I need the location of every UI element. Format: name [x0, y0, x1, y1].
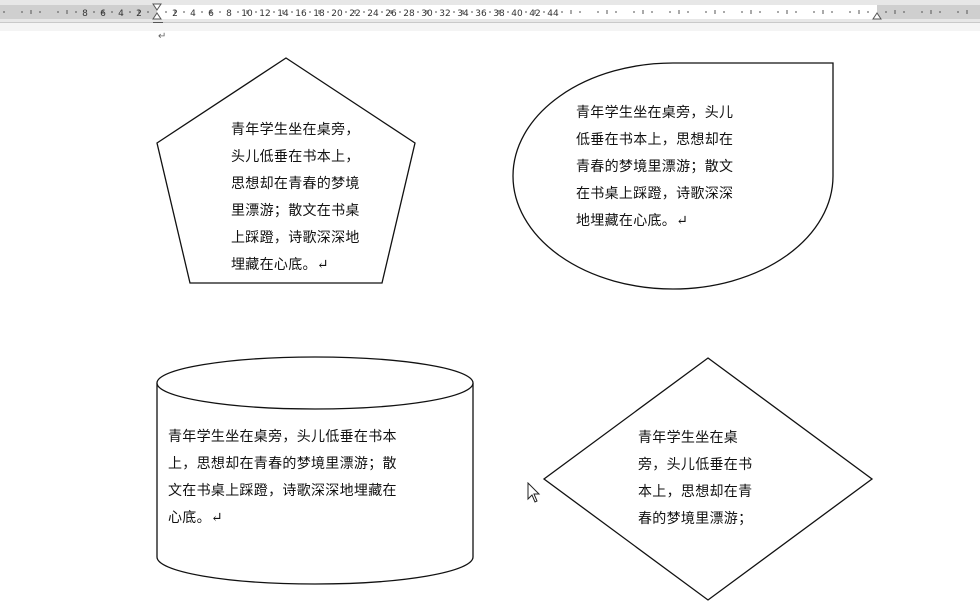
pentagon-shape[interactable]: 青年学生坐在桌旁， 头儿低垂在书本上， 思想却在青春的梦境 里漂游；散文在书桌 …: [156, 57, 416, 285]
first-line-indent-marker[interactable]: [152, 3, 162, 11]
right-indent-marker[interactable]: [872, 12, 882, 20]
ruler-indent-markers[interactable]: [0, 0, 980, 22]
mouse-pointer-icon: [527, 481, 541, 508]
empty-paragraph-mark: ↵: [158, 31, 167, 42]
page-top-gap: [0, 23, 980, 31]
cylinder-text[interactable]: 青年学生坐在桌旁，头儿低垂在书本 上，思想却在青春的梦境里漂游；散 文在书桌上踩…: [168, 424, 468, 532]
teardrop-shape[interactable]: 青年学生坐在桌旁，头儿 低垂在书本上，思想却在 青春的梦境里漂游；散文 在书桌上…: [512, 62, 835, 290]
pentagon-text[interactable]: 青年学生坐在桌旁， 头儿低垂在书本上， 思想却在青春的梦境 里漂游；散文在书桌 …: [231, 117, 416, 279]
teardrop-text[interactable]: 青年学生坐在桌旁，头儿 低垂在书本上，思想却在 青春的梦境里漂游；散文 在书桌上…: [576, 100, 796, 235]
horizontal-ruler[interactable]: 8 6 4 2 2 4 6 8 10 12 14 16 18 20 22 24 26 28 30 32 34 36 38 40…: [0, 0, 980, 30]
diamond-shape[interactable]: 青年学生坐在桌 旁，头儿低垂在书 本上，思想却在青 春的梦境里漂游；: [542, 357, 874, 601]
cylinder-shape[interactable]: 青年学生坐在桌旁，头儿低垂在书本 上，思想却在青春的梦境里漂游；散 文在书桌上踩…: [156, 356, 474, 586]
hanging-indent-marker[interactable]: [152, 12, 162, 20]
diamond-text[interactable]: 青年学生坐在桌 旁，头儿低垂在书 本上，思想却在青 春的梦境里漂游；: [638, 425, 788, 533]
